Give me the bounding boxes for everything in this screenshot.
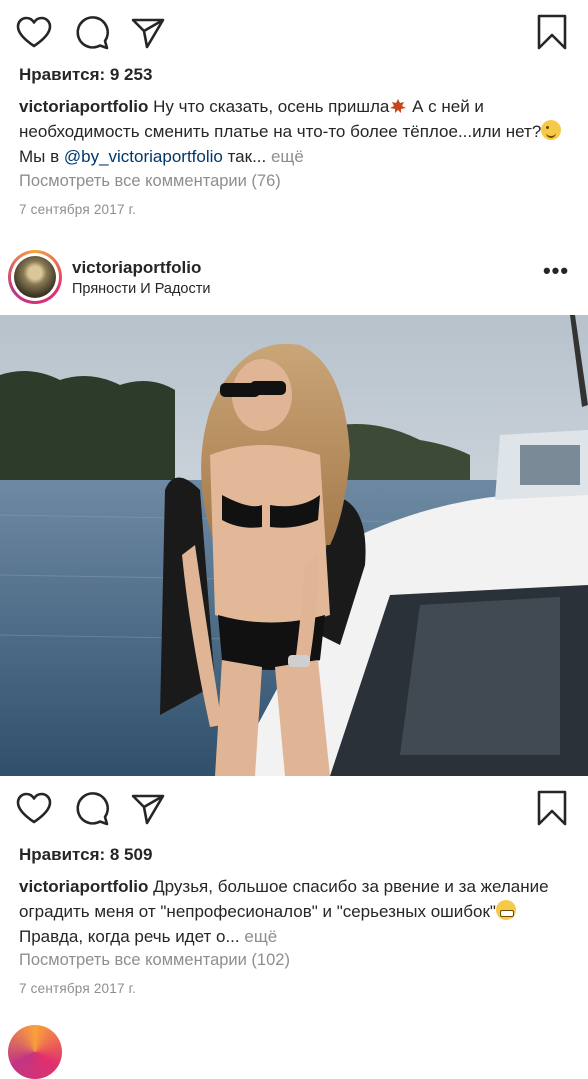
avatar[interactable] [8,250,62,304]
caption-username[interactable]: victoriaportfolio [19,97,148,116]
view-all-comments-link[interactable]: Посмотреть все комментарии (102) [19,951,290,970]
post-caption: victoriaportfolio Ну что сказать, осень … [19,94,569,169]
heart-icon[interactable] [14,13,54,53]
caption-more-link[interactable]: ещё [240,927,277,946]
share-icon[interactable] [128,13,168,53]
caption-text: Ну что сказать, осень пришла [148,97,390,116]
post-photo-image [0,315,588,776]
post-date: 7 сентября 2017 г. [19,981,137,996]
post2-action-bar [0,789,588,833]
post-caption: victoriaportfolio Друзья, большое спасиб… [19,874,569,949]
avatar-image [14,256,56,298]
comment-icon[interactable] [72,13,112,53]
post2-header: victoriaportfolio Пряности И Радости ••• [0,246,588,310]
caption-more-link[interactable]: ещё [266,147,304,166]
more-icon[interactable]: ••• [542,260,570,284]
wink-emoji [541,120,562,140]
maple-leaf-emoji [390,99,407,113]
heart-icon[interactable] [14,789,54,829]
caption-text: Мы в [19,147,64,166]
likes-count[interactable]: Нравится: 8 509 [19,845,152,865]
share-icon[interactable] [128,789,168,829]
caption-mention-link[interactable]: @by_victoriaportfolio [64,147,223,166]
caption-text: так... [222,147,267,166]
next-post-avatar[interactable] [8,1025,62,1079]
grin-emoji [495,900,516,920]
post-date: 7 сентября 2017 г. [19,202,137,217]
post-photo[interactable] [0,315,588,776]
bookmark-icon[interactable] [532,13,572,53]
post1-action-bar [0,13,588,57]
caption-text: Правда, когда речь идет о... [19,927,240,946]
post-username[interactable]: victoriaportfolio [72,258,201,278]
bookmark-icon[interactable] [532,789,572,829]
likes-count[interactable]: Нравится: 9 253 [19,65,152,85]
view-all-comments-link[interactable]: Посмотреть все комментарии (76) [19,172,281,191]
comment-icon[interactable] [72,789,112,829]
post-location[interactable]: Пряности И Радости [72,281,211,297]
caption-username[interactable]: victoriaportfolio [19,877,148,896]
